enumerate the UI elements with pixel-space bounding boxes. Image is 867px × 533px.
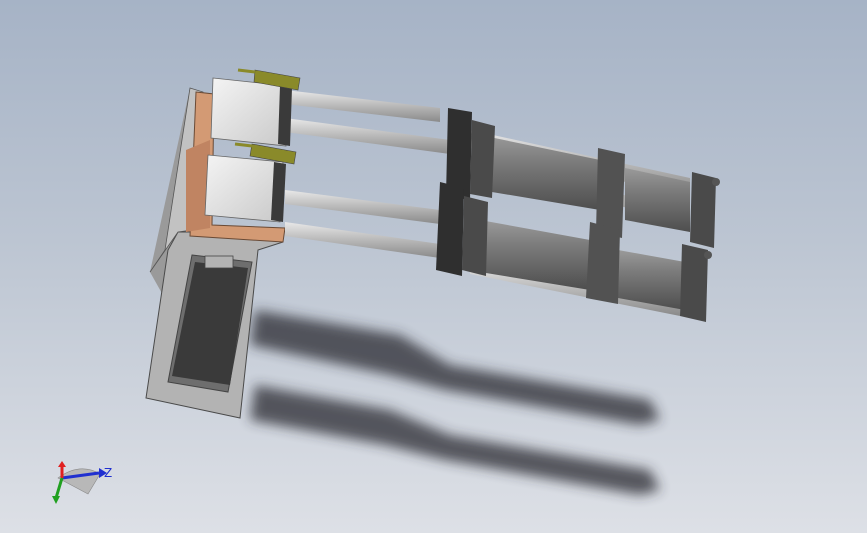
guide-block-upper[interactable] xyxy=(210,77,292,147)
z-axis-label: Z xyxy=(104,466,112,480)
assembly-scene[interactable] xyxy=(0,0,867,533)
floor-shadow xyxy=(250,310,660,495)
x-axis-head xyxy=(58,461,66,467)
guide-block-lower[interactable] xyxy=(204,154,286,223)
y-axis-arrow xyxy=(54,477,64,499)
y-axis-head xyxy=(52,496,60,504)
cad-graphics-viewport[interactable]: Z xyxy=(0,0,867,533)
coordinate-triad-icon: Z xyxy=(44,458,124,513)
